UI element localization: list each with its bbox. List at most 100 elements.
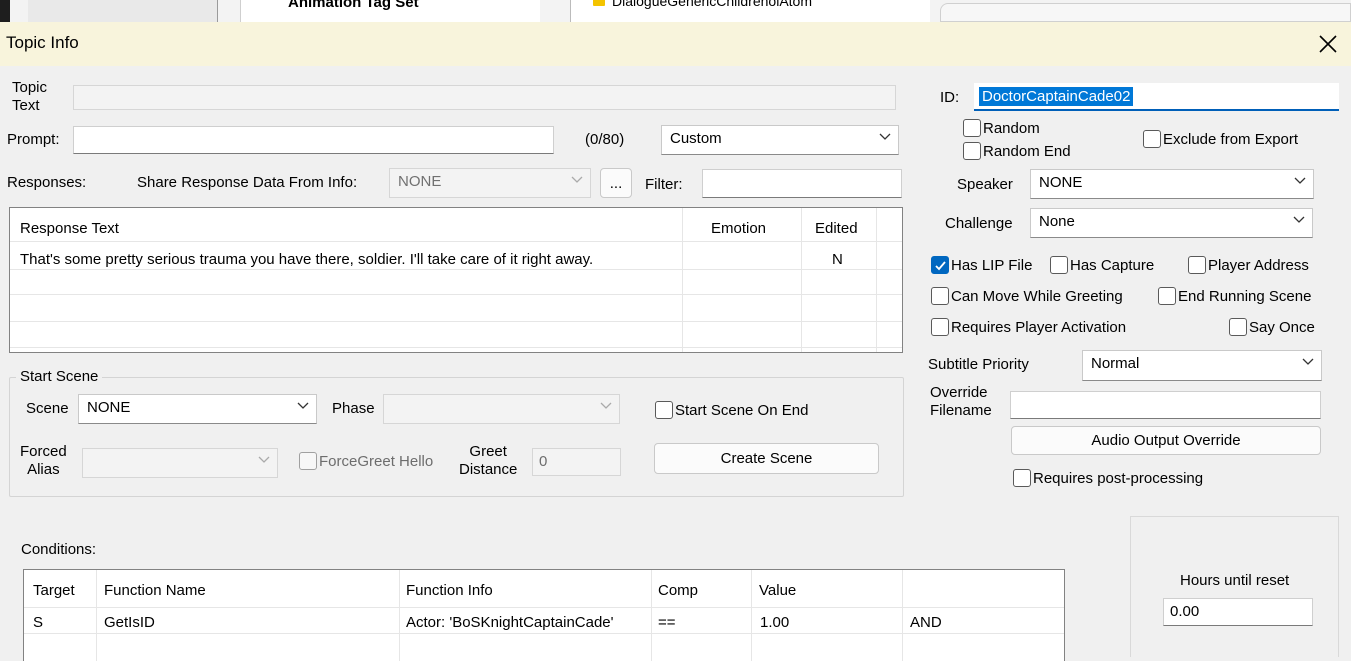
chevron-down-icon [599,398,613,412]
column-header-function-info[interactable]: Function Info [406,582,493,599]
random-checkbox[interactable]: Random [963,119,1040,137]
prompt-input[interactable] [73,126,554,154]
chevron-down-icon [1292,212,1306,226]
greet-distance-label: Greet Distance [459,443,518,478]
has-lip-file-label: Has LIP File [951,256,1033,274]
phase-label: Phase [332,400,375,417]
column-header-target[interactable]: Target [33,582,75,599]
condition-target-cell[interactable]: S [33,614,43,631]
requires-post-processing-checkbox[interactable]: Requires post-processing [1013,469,1203,487]
forced-alias-dropdown[interactable] [82,448,278,478]
condition-function-name-cell[interactable]: GetIsID [104,614,155,631]
forced-alias-label: Forced Alias [20,443,67,478]
checkbox-box [1143,130,1161,148]
background-tree-item: Animation Tag Set [288,0,419,11]
speaker-dropdown[interactable]: NONE [1030,169,1314,199]
requires-post-processing-label: Requires post-processing [1033,469,1204,487]
background-windows: Animation Tag Set DialogueGenericChildre… [0,0,1351,22]
hours-until-reset-label: Hours until reset [1180,572,1290,589]
column-header-value[interactable]: Value [759,582,796,599]
checkbox-box [1188,256,1206,274]
check-icon [934,260,946,270]
column-header-function-name[interactable]: Function Name [104,582,206,599]
player-address-checkbox[interactable]: Player Address [1188,256,1309,274]
audio-output-override-button[interactable]: Audio Output Override [1011,426,1321,455]
response-text-cell[interactable]: That's some pretty serious trauma you ha… [20,251,593,268]
start-scene-group-label: Start Scene [16,368,103,385]
create-scene-button[interactable]: Create Scene [654,443,879,474]
scene-dropdown[interactable]: NONE [78,394,317,424]
background-dark-edge [0,0,10,22]
prompt-counter: (0/80) [585,131,625,148]
requires-player-activation-checkbox[interactable]: Requires Player Activation [931,318,1126,336]
column-header-response-text[interactable]: Response Text [20,220,119,237]
filter-input[interactable] [702,169,902,198]
responses-label: Responses: [7,174,87,191]
background-list-item: DialogueGenericChildrenolAtom [612,0,812,9]
checkbox-box [931,318,949,336]
random-end-label: Random End [983,142,1071,160]
share-response-dropdown[interactable]: NONE [389,168,591,198]
topic-text-field[interactable] [73,85,896,110]
share-response-browse-button[interactable]: ... [600,168,632,198]
can-move-while-greeting-checkbox[interactable]: Can Move While Greeting [931,287,1123,305]
column-header-edited[interactable]: Edited [815,220,858,237]
scene-value: NONE [87,399,131,416]
say-once-label: Say Once [1249,318,1315,336]
greet-distance-input[interactable]: 0 [532,448,621,476]
checkbox-box [931,256,949,274]
condition-comp-cell[interactable]: == [658,614,676,631]
filter-label: Filter: [645,176,683,193]
response-edited-cell[interactable]: N [832,251,843,268]
has-lip-file-checkbox[interactable]: Has LIP File [931,256,1032,274]
chevron-down-icon [257,452,271,466]
forcegreet-hello-checkbox[interactable]: ForceGreet Hello [299,452,433,470]
hours-until-reset-input[interactable]: 0.00 [1163,598,1313,626]
share-response-value: NONE [398,173,442,190]
conditions-table[interactable]: Target Function Name Function Info Comp … [23,569,1065,661]
checkbox-box [931,287,949,305]
scene-label: Scene [26,400,69,417]
requires-player-activation-label: Requires Player Activation [951,318,1127,336]
checkbox-box [963,142,981,160]
phase-dropdown[interactable] [383,394,620,424]
prompt-type-dropdown[interactable]: Custom [661,125,899,155]
chevron-down-icon [570,172,584,186]
column-header-emotion[interactable]: Emotion [711,220,766,237]
condition-function-info-cell[interactable]: Actor: 'BoSKnightCaptainCade' [406,614,614,631]
checkbox-box [1050,256,1068,274]
speaker-label: Speaker [957,176,1013,193]
subtitle-priority-value: Normal [1091,355,1140,372]
start-scene-on-end-checkbox[interactable]: Start Scene On End [655,401,808,419]
subtitle-priority-label: Subtitle Priority [928,356,1029,373]
close-icon [1319,35,1337,53]
condition-value-cell[interactable]: 1.00 [760,614,789,631]
challenge-dropdown[interactable]: None [1030,208,1313,238]
random-end-checkbox[interactable]: Random End [963,142,1071,160]
checkbox-box [963,119,981,137]
end-running-scene-checkbox[interactable]: End Running Scene [1158,287,1311,305]
condition-operator-cell[interactable]: AND [910,614,942,631]
start-scene-on-end-label: Start Scene On End [675,401,809,419]
background-panel [28,0,218,22]
say-once-checkbox[interactable]: Say Once [1229,318,1315,336]
exclude-from-export-checkbox[interactable]: Exclude from Export [1143,130,1298,148]
chevron-down-icon [1301,354,1315,368]
has-capture-label: Has Capture [1070,256,1155,274]
share-response-label: Share Response Data From Info: [137,174,358,191]
speaker-value: NONE [1039,174,1083,191]
can-move-while-greeting-label: Can Move While Greeting [951,287,1123,305]
checkbox-box [1013,469,1031,487]
challenge-value: None [1039,213,1075,230]
conditions-label: Conditions: [21,541,97,558]
player-address-label: Player Address [1208,256,1309,274]
column-header-comp[interactable]: Comp [658,582,698,599]
subtitle-priority-dropdown[interactable]: Normal [1082,350,1322,381]
random-label: Random [983,119,1040,137]
topic-text-label: Topic Text [12,79,48,114]
chevron-down-icon [1293,173,1307,187]
has-capture-checkbox[interactable]: Has Capture [1050,256,1154,274]
responses-table[interactable]: Response Text Emotion Edited That's some… [9,207,903,353]
close-button[interactable] [1310,28,1346,60]
override-filename-input[interactable] [1010,391,1321,419]
